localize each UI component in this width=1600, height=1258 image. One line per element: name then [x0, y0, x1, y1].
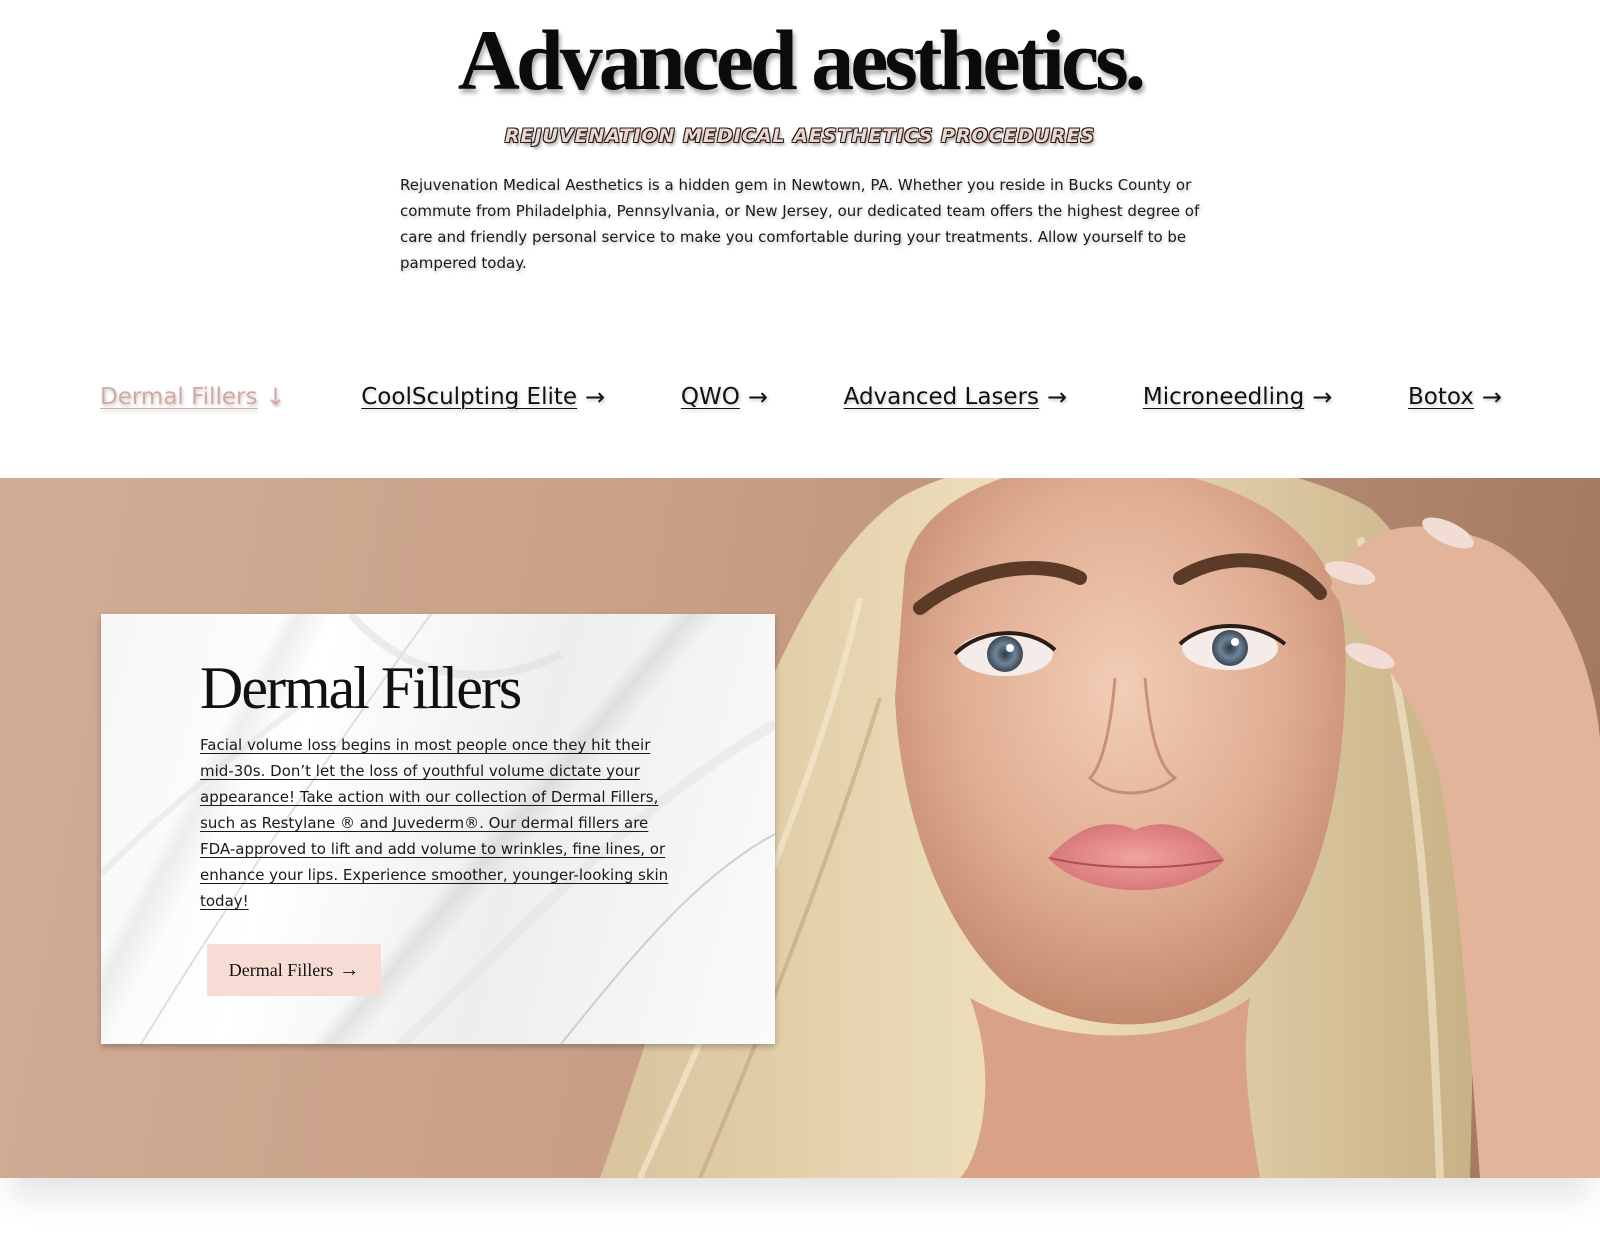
procedure-link-label: QWO	[680, 384, 740, 410]
procedure-link-label: CoolSculpting Elite	[361, 384, 578, 410]
procedure-link-dermal-fillers[interactable]: Dermal Fillers ↓	[100, 382, 286, 412]
procedure-link-label: Microneedling	[1142, 384, 1305, 410]
procedures-nav: Dermal Fillers ↓ CoolSculpting Elite → Q…	[0, 375, 1600, 419]
procedure-link-label: Botox	[1408, 384, 1474, 410]
page: Advanced aesthetics. REJUVENATION MEDICA…	[0, 0, 1600, 1258]
page-subtitle: REJUVENATION MEDICAL AESTHETICS PROCEDUR…	[504, 125, 1096, 147]
arrow-down-icon: ↓	[265, 383, 286, 411]
intro-paragraph: Rejuvenation Medical Aesthetics is a hid…	[400, 176, 1200, 272]
procedure-link-botox[interactable]: Botox →	[1408, 382, 1502, 412]
arrow-right-icon: →	[585, 383, 606, 411]
procedure-link-advanced-lasers[interactable]: Advanced Lasers →	[844, 382, 1068, 412]
arrow-right-icon: →	[1312, 383, 1333, 411]
feature-section-dermal-fillers: Dermal Fillers Facial volume loss begins…	[0, 478, 1600, 1178]
procedure-link-microneedling[interactable]: Microneedling →	[1143, 382, 1332, 412]
feature-description[interactable]: Facial volume loss begins in most people…	[200, 732, 680, 914]
procedure-link-qwo[interactable]: QWO →	[681, 382, 768, 412]
arrow-right-icon: →	[1047, 383, 1068, 411]
procedure-link-label: Advanced Lasers	[843, 384, 1040, 410]
page-title: Advanced aesthetics.	[457, 12, 1146, 108]
arrow-right-icon: →	[1481, 383, 1502, 411]
arrow-right-icon: →	[747, 383, 768, 411]
procedure-link-coolsculpting-elite[interactable]: CoolSculpting Elite →	[361, 382, 605, 412]
arrow-right-icon: →	[339, 958, 360, 981]
procedure-link-label: Dermal Fillers	[100, 384, 258, 410]
button-label: Dermal Fillers	[228, 959, 334, 980]
feature-card: Dermal Fillers Facial volume loss begins…	[101, 614, 775, 1044]
feature-title: Dermal Fillers	[200, 655, 522, 721]
dermal-fillers-button[interactable]: Dermal Fillers →	[207, 944, 381, 996]
